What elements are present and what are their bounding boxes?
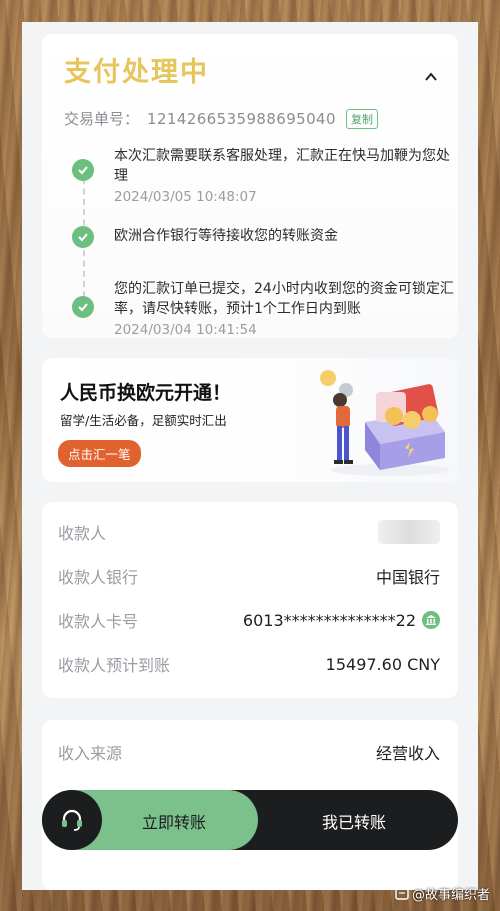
transaction-number: 1214266535988695040 [147,109,336,128]
money-transfer-illustration [320,370,450,476]
check-icon [72,296,94,318]
income-source-label: 收入来源 [58,744,123,763]
check-icon [72,226,94,248]
payee-name-label: 收款人 [58,524,107,543]
timeline-text: 您的汇款订单已提交，24小时内收到您的资金可锁定汇率，请尽快转账，预计1个工作日… [114,281,454,317]
timeline-time: 2024/03/05 10:48:07 [114,189,257,205]
payee-card-label: 收款人卡号 [58,612,139,631]
transferred-button[interactable]: 我已转账 [322,809,386,833]
timeline-time: 2024/03/04 10:41:54 [114,322,257,338]
status-title: 支付处理中 [64,57,209,88]
customer-service-button[interactable] [42,790,102,850]
app-screen: 支付处理中 交易单号： 1214266535988695040 复制 本次汇款需… [22,22,478,890]
payee-arrival-value: 15497.60 CNY [325,654,440,674]
payee-arrival-label: 收款人预计到账 [58,656,171,675]
payee-arrival-row: 收款人预计到账 15497.60 CNY [58,652,440,676]
payee-bank-row: 收款人银行 中国银行 [58,564,440,588]
transaction-number-row: 交易单号： 1214266535988695040 复制 [64,108,378,129]
promo-subtitle: 留学/生活必备，足额实时汇出 [60,413,227,428]
transaction-label: 交易单号： [64,110,140,128]
copy-button[interactable]: 复制 [345,108,378,129]
payee-name-redacted [378,520,440,544]
income-source-value: 经营收入 [375,744,440,763]
watermark-icon [395,887,409,900]
timeline-text: 欧洲合作银行等待接收您的转账资金 [114,228,338,244]
payment-status-card: 支付处理中 交易单号： 1214266535988695040 复制 本次汇款需… [42,34,458,338]
check-icon [72,159,94,181]
payee-info-card: 收款人 收款人银行 中国银行 收款人卡号 6013**************2… [42,502,458,698]
promo-button[interactable]: 点击汇一笔 [58,440,141,467]
income-source-row: 收入来源 经营收入 [58,740,440,764]
watermark-text: @故事编织者 [411,888,490,903]
timeline-item: 欧洲合作银行等待接收您的转账资金 [72,226,454,248]
payee-card-value: 6013**************22 [242,610,416,630]
timeline-item: 您的汇款订单已提交，24小时内收到您的资金可锁定汇率，请尽快转账，预计1个工作日… [72,279,454,338]
promo-title: 人民币换欧元开通！ [60,382,232,404]
payee-card-value-wrap: 6013**************22 [243,611,440,630]
payee-name-row: 收款人 [58,520,440,544]
headset-icon [62,809,82,831]
payee-card-row: 收款人卡号 6013**************22 [58,608,440,632]
timeline-text: 本次汇款需要联系客服处理，汇款正在快马加鞭为您处理 [114,148,450,184]
payee-bank-label: 收款人银行 [58,568,139,587]
chevron-up-icon[interactable] [424,70,438,84]
transfer-now-button[interactable]: 立即转账 [42,790,258,850]
transfer-now-label: 立即转账 [142,813,207,832]
bottom-action-bar: 立即转账 我已转账 [42,790,458,850]
promo-banner[interactable]: 人民币换欧元开通！ 留学/生活必备，足额实时汇出 点击汇一笔 [42,358,458,482]
timeline-item: 本次汇款需要联系客服处理，汇款正在快马加鞭为您处理 2024/03/05 10:… [72,146,454,205]
watermark: @故事编织者 [395,884,490,903]
bank-icon[interactable] [422,611,440,629]
payee-bank-value: 中国银行 [375,568,440,587]
